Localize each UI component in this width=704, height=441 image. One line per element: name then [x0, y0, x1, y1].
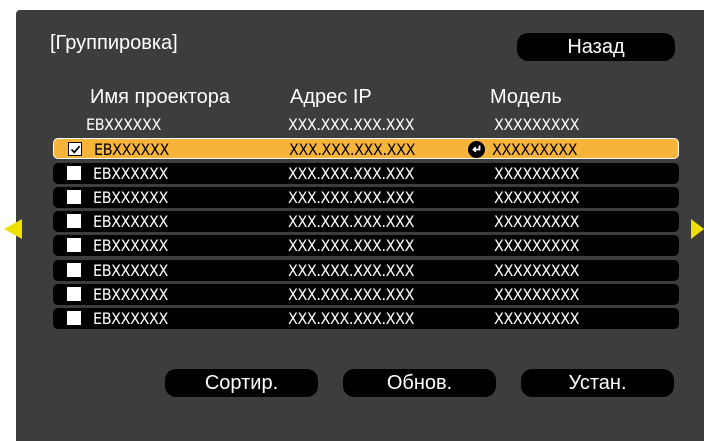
- projector-name: EBXXXXXX: [93, 309, 168, 329]
- ip-address: XXX.XXX.XXX.XXX: [288, 260, 415, 280]
- table-row[interactable]: EBXXXXXX XXX.XXX.XXX.XXX XXXXXXXXX: [53, 211, 679, 233]
- ip-address: XXX.XXX.XXX.XXX: [288, 163, 415, 183]
- table-row[interactable]: EBXXXXXX XXX.XXX.XXX.XXX XXXXXXXXX: [53, 114, 679, 135]
- arrow-left-icon[interactable]: [4, 219, 22, 239]
- table-row[interactable]: EBXXXXXX XXX.XXX.XXX.XXX XXXXXXXXX: [53, 308, 679, 330]
- model-name: XXXXXXXXX: [494, 212, 580, 232]
- page-title: [Группировка]: [50, 32, 178, 54]
- sort-button[interactable]: Сортир.: [165, 369, 318, 397]
- table-row[interactable]: EBXXXXXX XXX.XXX.XXX.XXX XXXXXXXXX: [53, 138, 679, 160]
- projector-name: EBXXXXXX: [93, 163, 168, 183]
- projector-name: EBXXXXXX: [93, 187, 168, 207]
- ip-address: XXX.XXX.XXX.XXX: [288, 285, 415, 305]
- back-button[interactable]: Назад: [517, 33, 675, 61]
- projector-list: EBXXXXXX XXX.XXX.XXX.XXX XXXXXXXXX EBXXXXXX…: [53, 114, 679, 333]
- model-name: XXXXXXXXX: [494, 260, 580, 280]
- table-row[interactable]: EBXXXXXX XXX.XXX.XXX.XXX XXXXXXXXX: [53, 186, 679, 208]
- checkbox-icon[interactable]: [67, 262, 81, 277]
- ip-address: XXX.XXX.XXX.XXX: [288, 187, 415, 207]
- table-row[interactable]: EBXXXXXX XXX.XXX.XXX.XXX XXXXXXXXX: [53, 162, 679, 184]
- checkbox-icon[interactable]: [67, 165, 81, 180]
- model-name: XXXXXXXXX: [492, 140, 578, 160]
- projector-name: EBXXXXXX: [93, 260, 168, 280]
- column-header-ip: Адрес IP: [290, 86, 372, 108]
- model-name: XXXXXXXXX: [494, 187, 580, 207]
- arrow-right-icon[interactable]: [691, 219, 704, 239]
- checkbox-icon[interactable]: [67, 214, 81, 229]
- model-name: XXXXXXXXX: [494, 115, 580, 134]
- ip-address: XXX.XXX.XXX.XXX: [288, 309, 415, 329]
- projector-name: EBXXXXXX: [93, 236, 168, 256]
- enter-icon: [468, 141, 485, 159]
- ip-address: XXX.XXX.XXX.XXX: [288, 115, 415, 134]
- model-name: XXXXXXXXX: [494, 163, 580, 183]
- table-row[interactable]: EBXXXXXX XXX.XXX.XXX.XXX XXXXXXXXX: [53, 235, 679, 257]
- checkbox-icon[interactable]: [67, 287, 81, 302]
- checkbox-icon[interactable]: [67, 311, 81, 326]
- table-row[interactable]: EBXXXXXX XXX.XXX.XXX.XXX XXXXXXXXX: [53, 259, 679, 281]
- model-name: XXXXXXXXX: [494, 236, 580, 256]
- projector-name: EBXXXXXX: [86, 115, 161, 134]
- ip-address: XXX.XXX.XXX.XXX: [288, 212, 415, 232]
- checkbox-icon[interactable]: [67, 189, 81, 204]
- ip-address: XXX.XXX.XXX.XXX: [289, 140, 416, 160]
- refresh-button[interactable]: Обнов.: [343, 369, 496, 397]
- apply-button[interactable]: Устан.: [521, 369, 674, 397]
- table-row[interactable]: EBXXXXXX XXX.XXX.XXX.XXX XXXXXXXXX: [53, 284, 679, 306]
- column-header-name: Имя проектора: [90, 86, 230, 108]
- projector-name: EBXXXXXX: [94, 140, 169, 160]
- ip-address: XXX.XXX.XXX.XXX: [288, 236, 415, 256]
- column-header-model: Модель: [490, 86, 562, 108]
- projector-name: EBXXXXXX: [93, 212, 168, 232]
- model-name: XXXXXXXXX: [494, 309, 580, 329]
- projector-name: EBXXXXXX: [93, 285, 168, 305]
- checkbox-icon[interactable]: [68, 142, 82, 157]
- model-name: XXXXXXXXX: [494, 285, 580, 305]
- checkbox-icon[interactable]: [67, 238, 81, 253]
